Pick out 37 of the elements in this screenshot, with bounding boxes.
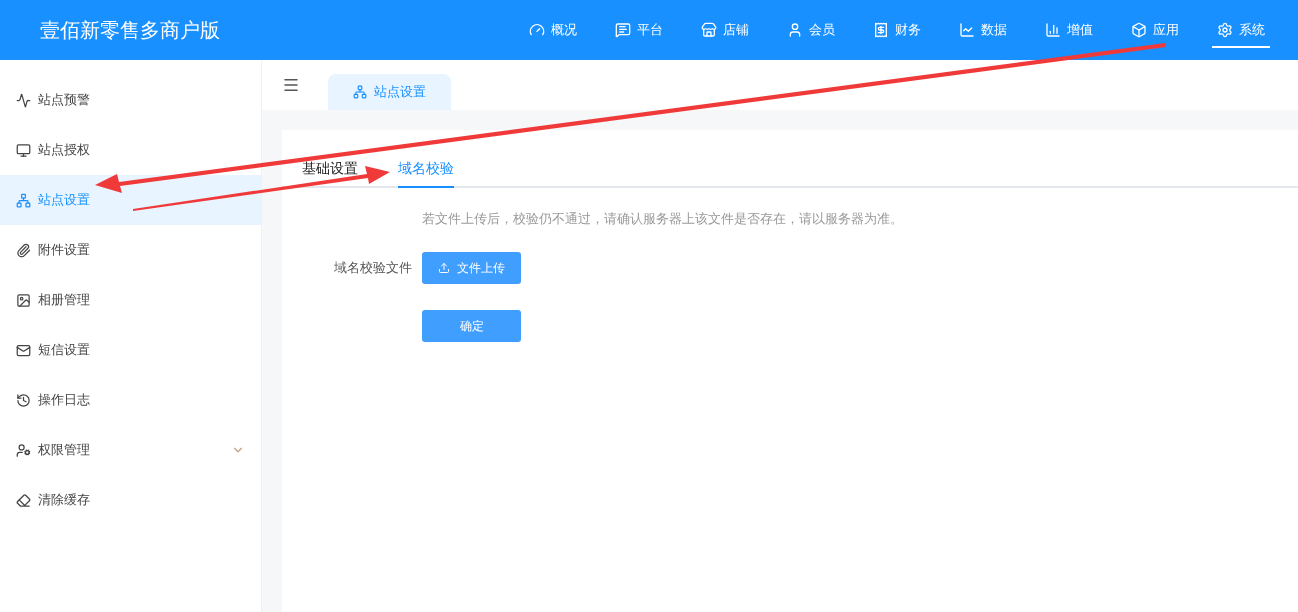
- upload-button[interactable]: 文件上传: [422, 252, 521, 284]
- sidebar-item[interactable]: 站点授权: [0, 125, 261, 175]
- sitemap-icon: [353, 85, 367, 99]
- brand-title: 壹佰新零售多商户版: [40, 16, 221, 44]
- nav-item[interactable]: 概况: [510, 0, 596, 60]
- nav-item[interactable]: 系统: [1198, 0, 1284, 60]
- sidebar-item[interactable]: 站点设置: [0, 175, 261, 225]
- nav-icon: [1045, 22, 1061, 38]
- nav-item[interactable]: 应用: [1112, 0, 1198, 60]
- sidebar-item[interactable]: 相册管理: [0, 275, 261, 325]
- hint-text: 若文件上传后，校验仍不通过，请确认服务器上该文件是否存在，请以服务器为准。: [422, 210, 903, 228]
- field-label: 域名校验文件: [334, 259, 412, 277]
- sidebar-item[interactable]: 站点预警: [0, 75, 261, 125]
- sidebar-item[interactable]: 权限管理: [0, 425, 261, 475]
- nav-icon: [873, 22, 889, 38]
- settings-tab[interactable]: 基础设置: [302, 152, 358, 188]
- nav-icon: [959, 22, 975, 38]
- nav-icon: [529, 22, 545, 38]
- page-tab[interactable]: 站点设置: [328, 74, 451, 110]
- nav-icon: [1217, 22, 1233, 38]
- nav-icon: [615, 22, 631, 38]
- sidebar-item[interactable]: 附件设置: [0, 225, 261, 275]
- confirm-button[interactable]: 确定: [422, 310, 521, 342]
- nav-icon: [1131, 22, 1147, 38]
- sidebar-item[interactable]: 操作日志: [0, 375, 261, 425]
- nav-item[interactable]: 平台: [596, 0, 682, 60]
- nav-item[interactable]: 店铺: [682, 0, 768, 60]
- nav-icon: [787, 22, 803, 38]
- nav-item[interactable]: 增值: [1026, 0, 1112, 60]
- sidebar-item[interactable]: 短信设置: [0, 325, 261, 375]
- upload-icon: [438, 262, 450, 274]
- settings-tab[interactable]: 域名校验: [398, 152, 454, 188]
- nav-item[interactable]: 财务: [854, 0, 940, 60]
- nav-item[interactable]: 会员: [768, 0, 854, 60]
- sidebar-item[interactable]: 清除缓存: [0, 475, 261, 525]
- nav-item[interactable]: 数据: [940, 0, 1026, 60]
- nav-icon: [701, 22, 717, 38]
